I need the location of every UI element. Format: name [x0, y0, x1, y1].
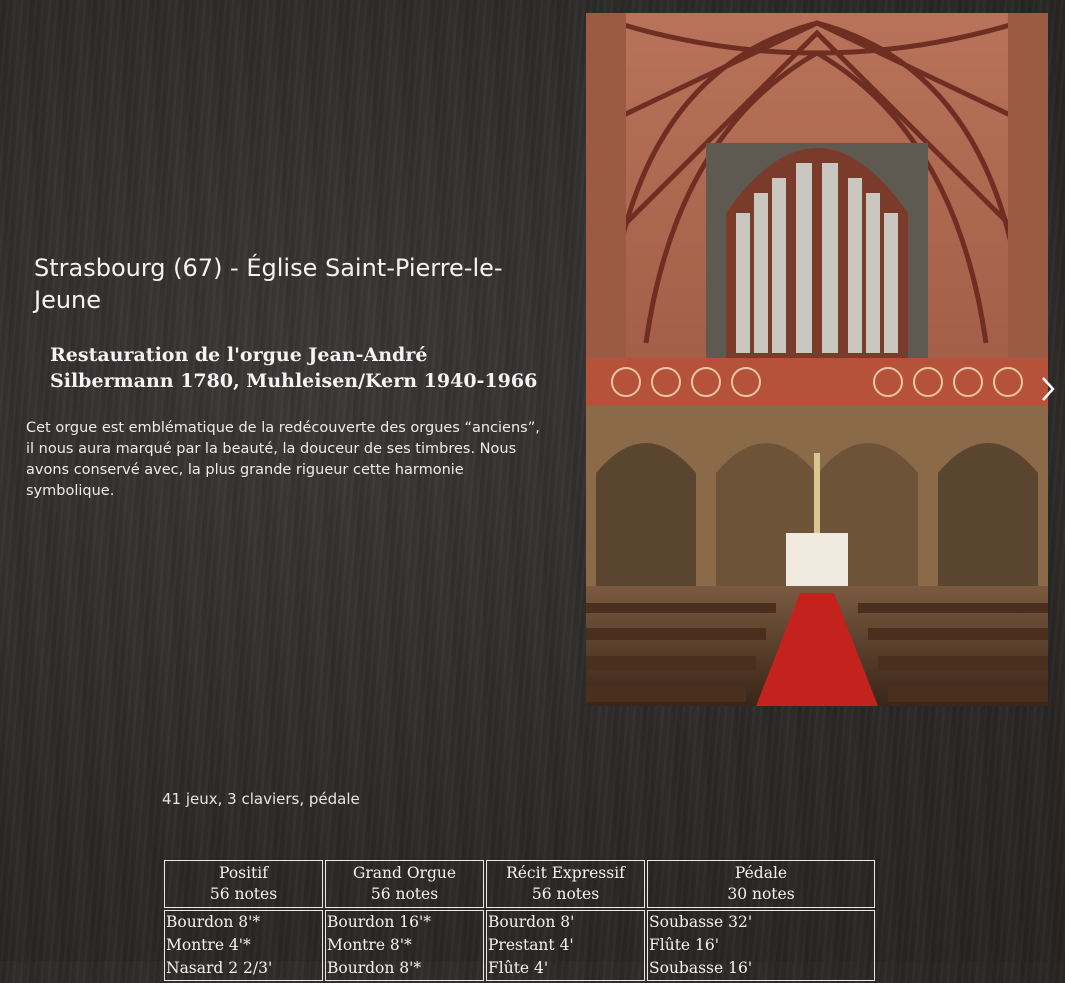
stop-item: Nasard 2 2/3'	[166, 959, 273, 977]
page-title: Strasbourg (67) - Église Saint-Pierre-le…	[34, 254, 503, 314]
column-notes: 56 notes	[209, 885, 278, 903]
column-header-recit-expressif: Récit Expressif 56 notes	[486, 860, 645, 908]
organ-summary: 41 jeux, 3 claviers, pédale	[162, 790, 360, 808]
description-text: Cet orgue est emblématique de la redécou…	[26, 420, 540, 499]
stops-cell-grand-orgue: Bourdon 16'* Montre 8'* Bourdon 8'*	[325, 910, 484, 981]
stop-item: Prestant 4'	[488, 936, 574, 954]
column-notes: 30 notes	[727, 885, 795, 903]
church-organ-photo[interactable]	[586, 13, 1048, 706]
column-name: Grand Orgue	[352, 864, 457, 882]
gallery-next-button[interactable]	[1036, 374, 1060, 404]
column-name: Positif	[219, 864, 268, 882]
stop-item: Soubasse 16'	[649, 959, 753, 977]
chevron-right-icon	[1042, 377, 1055, 401]
column-notes: 56 notes	[370, 885, 439, 903]
column-header-grand-orgue: Grand Orgue 56 notes	[325, 860, 484, 908]
stops-cell-pedale: Soubasse 32' Flûte 16' Soubasse 16'	[647, 910, 875, 981]
column-header-positif: Positif 56 notes	[164, 860, 323, 908]
stop-item: Bourdon 16'*	[327, 913, 432, 931]
stop-item: Soubasse 32'	[649, 913, 753, 931]
stop-item: Montre 8'*	[327, 936, 412, 954]
stop-item: Montre 4'*	[166, 936, 251, 954]
stops-cell-positif: Bourdon 8'* Montre 4'* Nasard 2 2/3'	[164, 910, 323, 981]
stop-item: Bourdon 8'	[488, 913, 575, 931]
column-name: Récit Expressif	[506, 864, 625, 882]
column-header-pedale: Pédale 30 notes	[647, 860, 875, 908]
stops-cell-recit-expressif: Bourdon 8' Prestant 4' Flûte 4'	[486, 910, 645, 981]
column-name: Pédale	[734, 864, 788, 882]
stop-item: Bourdon 8'*	[327, 959, 422, 977]
column-notes: 56 notes	[531, 885, 600, 903]
stop-item: Flûte 16'	[649, 936, 720, 954]
page-subtitle: Restauration de l'orgue Jean-André Silbe…	[50, 344, 538, 392]
stop-item: Bourdon 8'*	[166, 913, 261, 931]
stop-item: Flûte 4'	[488, 959, 549, 977]
stops-table: Positif 56 notes Grand Orgue 56 notes Ré…	[162, 858, 877, 983]
